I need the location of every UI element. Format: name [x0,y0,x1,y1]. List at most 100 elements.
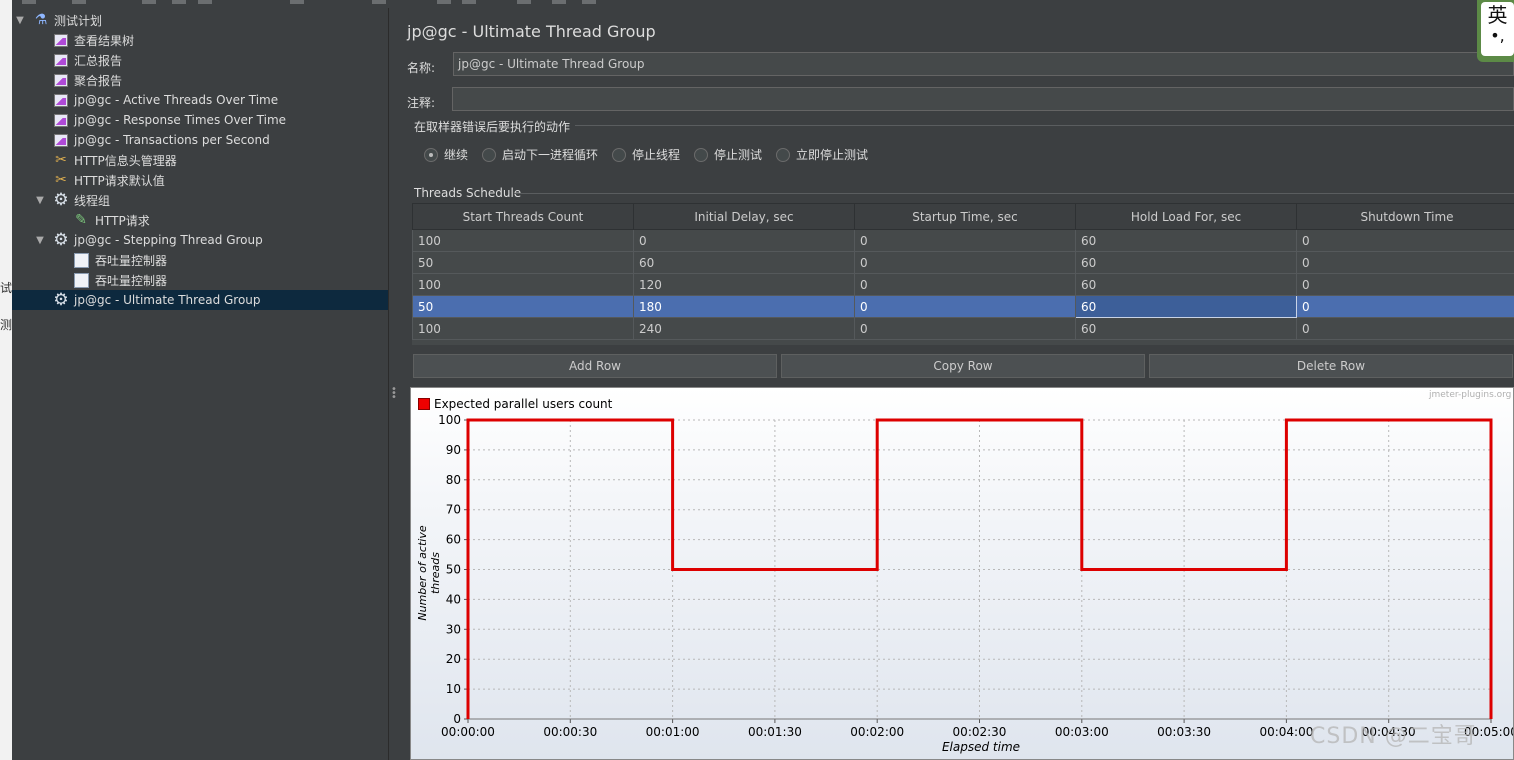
chevron-down-icon[interactable]: ▼ [34,235,46,246]
name-field[interactable]: jp@gc - Ultimate Thread Group [453,52,1514,76]
toolbar-button[interactable] [22,0,36,4]
tree-item-thread-group[interactable]: ▼ ⚙ 线程组 [12,190,388,210]
tree-item-http-defaults[interactable]: ✂ HTTP请求默认值 [12,170,388,190]
delete-row-button[interactable]: Delete Row [1149,354,1513,378]
tree-item-response-times[interactable]: jp@gc - Response Times Over Time [12,110,388,130]
table-cell[interactable]: 100 [412,317,634,340]
table-cell[interactable]: 0 [1296,295,1514,318]
radio-circle[interactable] [482,147,496,162]
tree-item-aggregate-report[interactable]: 聚合报告 [12,70,388,90]
comment-field[interactable] [452,87,1514,111]
radio-stop-test-now[interactable]: 立即停止测试 [776,146,868,163]
tree-item-ultimate-thread-group[interactable]: ⚙ jp@gc - Ultimate Thread Group [12,290,388,310]
table-cell[interactable]: 0 [854,295,1076,318]
tree-item-view-results-tree[interactable]: 查看结果树 [12,30,388,50]
table-cell[interactable]: 240 [633,317,855,340]
ime-label: 英 •, [1481,2,1514,56]
tree-item-label: 聚合报告 [74,73,123,88]
tree-item-summary-report[interactable]: 汇总报告 [12,50,388,70]
y-axis-label: Number of active threads [416,525,442,621]
column-header[interactable]: Start Threads Count [412,203,634,230]
table-cell[interactable]: 50 [412,251,634,274]
toolbar-button[interactable] [552,0,566,4]
table-row[interactable]: 100 0 0 60 0 [412,229,1514,252]
tree-item-transactions-per-second[interactable]: jp@gc - Transactions per Second [12,130,388,150]
table-cell[interactable]: 60 [1075,273,1297,296]
toolbar-button[interactable] [462,0,476,4]
toolbar-button[interactable] [72,0,86,4]
toolbar-button[interactable] [172,0,186,4]
tree-item-test-plan[interactable]: ▼ ⚗ 测试计划 [12,10,388,30]
toolbar-button[interactable] [517,0,531,4]
ime-indicator[interactable]: 英 •, [1477,0,1514,62]
toolbar-button[interactable] [142,0,156,4]
radio-circle[interactable] [612,147,626,162]
chart-icon [53,72,69,88]
copy-row-button[interactable]: Copy Row [781,354,1145,378]
table-cell[interactable]: 0 [854,273,1076,296]
gear-icon: ⚙ [53,290,69,310]
table-cell[interactable]: 60 [1075,229,1297,252]
toolbar-button[interactable] [198,0,212,4]
tree-item-http-request[interactable]: ✎ HTTP请求 [12,210,388,230]
chart-icon [53,132,69,148]
table-cell[interactable]: 0 [854,317,1076,340]
table-cell[interactable]: 0 [1296,251,1514,274]
radio-stop-thread[interactable]: 停止线程 [612,146,680,163]
table-cell[interactable]: 0 [633,229,855,252]
table-cell[interactable]: 0 [1296,317,1514,340]
table-cell[interactable]: 50 [412,295,634,318]
table-row-selected[interactable]: 50 180 0 60 0 [412,295,1514,318]
radio-circle[interactable] [694,147,708,162]
tree-item-throughput-controller[interactable]: 吞吐量控制器 [12,270,388,290]
column-header[interactable]: Startup Time, sec [854,203,1076,230]
table-cell[interactable]: 100 [412,273,634,296]
tree-item-active-threads[interactable]: jp@gc - Active Threads Over Time [12,90,388,110]
toolbar-button[interactable] [372,0,386,4]
tree-item-throughput-controller[interactable]: 吞吐量控制器 [12,250,388,270]
radio-label: 启动下一进程循环 [502,148,599,162]
radio-label: 停止线程 [632,148,681,162]
table-cell[interactable]: 0 [854,229,1076,252]
chevron-down-icon[interactable]: ▼ [14,15,26,26]
table-cell[interactable]: 120 [633,273,855,296]
chevron-down-icon[interactable]: ▼ [34,195,46,206]
table-cell[interactable]: 0 [1296,229,1514,252]
table-cell[interactable]: 0 [854,251,1076,274]
tree-item-label: 线程组 [74,193,111,208]
table-row[interactable]: 100 120 0 60 0 [412,273,1514,296]
radio-stop-test[interactable]: 停止测试 [694,146,762,163]
table-cell-focused[interactable]: 60 [1075,295,1297,318]
tree-item-http-header-manager[interactable]: ✂ HTTP信息头管理器 [12,150,388,170]
radio-circle[interactable] [776,147,790,162]
chart-watermark: jmeter-plugins.org [1429,390,1512,400]
table-row[interactable]: 100 240 0 60 0 [412,317,1514,340]
add-row-button[interactable]: Add Row [413,354,777,378]
toolbar-button[interactable] [582,0,596,4]
pane-splitter[interactable]: • • • [388,8,397,760]
toolbar-button[interactable] [290,0,304,4]
column-header[interactable]: Shutdown Time [1296,203,1514,230]
table-cell[interactable]: 60 [1075,317,1297,340]
table-cell[interactable]: 60 [1075,251,1297,274]
radio-circle[interactable] [424,147,438,162]
edge-char: 测 [0,318,13,332]
column-header[interactable]: Hold Load For, sec [1075,203,1297,230]
tree-item-label: 测试计划 [54,13,103,28]
x-tick-label: 00:00:30 [543,725,597,739]
radio-continue[interactable]: 继续 [424,146,468,163]
flask-icon: ⚗ [34,12,48,28]
table-row[interactable]: 50 60 0 60 0 [412,251,1514,274]
x-tick-label: 00:04:00 [1259,725,1313,739]
wrench-icon: ✂ [55,152,67,168]
table-cell[interactable]: 180 [633,295,855,318]
x-tick-label: 00:00:00 [441,725,495,739]
x-tick-label: 00:02:30 [953,725,1007,739]
table-cell[interactable]: 100 [412,229,634,252]
column-header[interactable]: Initial Delay, sec [633,203,855,230]
table-cell[interactable]: 60 [633,251,855,274]
radio-start-next-loop[interactable]: 启动下一进程循环 [482,146,598,163]
table-cell[interactable]: 0 [1296,273,1514,296]
toolbar-button[interactable] [437,0,451,4]
tree-item-stepping-thread-group[interactable]: ▼ ⚙ jp@gc - Stepping Thread Group [12,230,388,250]
